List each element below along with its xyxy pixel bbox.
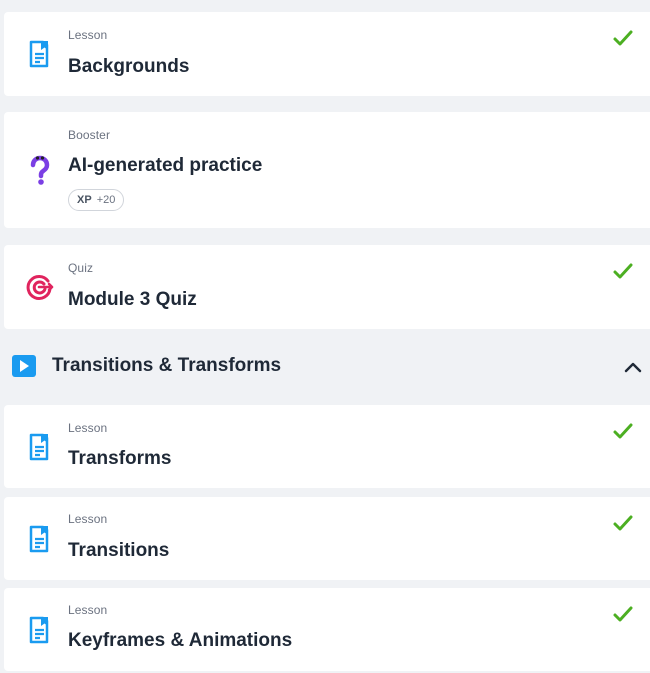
check-icon	[613, 263, 633, 279]
lesson-card-keyframes-animations[interactable]: Lesson Keyframes & Animations	[4, 588, 650, 671]
item-title: Keyframes & Animations	[68, 630, 293, 651]
item-type-label: Quiz	[68, 261, 94, 275]
item-type-label: Lesson	[68, 28, 108, 42]
item-type-label: Booster	[68, 128, 111, 142]
play-icon	[12, 355, 36, 377]
xp-badge: XP +20	[68, 189, 125, 211]
lesson-doc-icon	[24, 431, 56, 463]
lesson-card-backgrounds[interactable]: Lesson Backgrounds	[4, 12, 650, 96]
lesson-card-transitions[interactable]: Lesson Transitions	[4, 497, 650, 580]
item-type-label: Lesson	[68, 512, 108, 526]
item-title: Backgrounds	[68, 56, 190, 77]
check-icon	[613, 423, 633, 439]
section-header-transitions-transforms[interactable]: Transitions & Transforms	[0, 344, 650, 390]
section-title: Transitions & Transforms	[52, 355, 282, 376]
booster-card-ai-practice[interactable]: Booster AI-generated practice XP +20	[4, 112, 650, 228]
item-title: AI-generated practice	[68, 155, 263, 176]
item-title: Transitions	[68, 540, 170, 561]
question-mark-icon	[24, 154, 56, 186]
lesson-doc-icon	[24, 614, 56, 646]
item-type-label: Lesson	[68, 603, 108, 617]
lesson-card-transforms[interactable]: Lesson Transforms	[4, 405, 650, 488]
target-icon	[24, 271, 56, 303]
check-icon	[613, 30, 633, 46]
xp-value: +20	[96, 194, 116, 206]
item-title: Transforms	[68, 448, 172, 469]
item-title: Module 3 Quiz	[68, 289, 197, 310]
check-icon	[613, 515, 633, 531]
lesson-doc-icon	[24, 523, 56, 555]
chevron-up-icon[interactable]	[624, 358, 642, 376]
xp-label: XP	[77, 194, 92, 206]
quiz-card-module-3[interactable]: Quiz Module 3 Quiz	[4, 245, 650, 329]
lesson-doc-icon	[24, 38, 56, 70]
check-icon	[613, 606, 633, 622]
item-type-label: Lesson	[68, 421, 108, 435]
